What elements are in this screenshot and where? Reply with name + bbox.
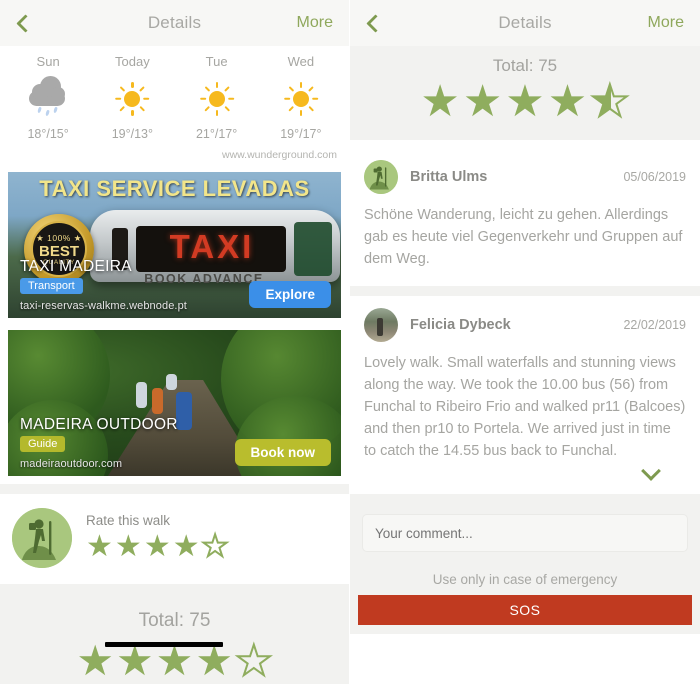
review-header: Felicia Dybeck 22/02/2019: [364, 308, 686, 342]
section-divider: [0, 476, 349, 484]
rain-cloud-icon: [6, 76, 90, 121]
bottom-spacer: [350, 625, 700, 634]
chevron-left-icon: [16, 13, 35, 33]
star-5: ★: [234, 637, 274, 685]
weather-temp: 18°/15°: [27, 127, 69, 141]
total-rating-label: Total: 75: [492, 56, 558, 75]
right-navbar: Details More: [350, 0, 700, 46]
ad-slot-outdoor[interactable]: MADEIRA OUTDOOR Guide madeiraoutdoor.com…: [0, 326, 349, 476]
review-item: Britta Ulms 05/06/2019 Schöne Wanderung,…: [350, 148, 700, 286]
star-4: ★: [547, 77, 588, 126]
taxi-ad-url[interactable]: taxi-reservas-walkme.webnode.pt: [20, 300, 187, 312]
sos-area: Use only in case of emergency SOS: [350, 564, 700, 625]
sun-icon: [90, 77, 174, 121]
selection-bar-overlay: [105, 642, 223, 647]
section-divider: [350, 494, 700, 504]
star-4[interactable]: ★: [173, 530, 200, 564]
left-phone-screen: Details More Sun 18°/15° Today 19°/13° T…: [0, 0, 350, 700]
taxi-ad-headline: TAXI SERVICE LEVADAS: [39, 176, 310, 201]
badge-top-text: ★ 100% ★: [36, 232, 82, 243]
review-header: Britta Ulms 05/06/2019: [364, 160, 686, 194]
weather-day-2: Tue 21°/17°: [175, 54, 259, 141]
section-divider: [350, 286, 700, 296]
star-3: ★: [505, 77, 545, 126]
left-navbar: Details More: [0, 0, 349, 46]
review-author-name: Felicia Dybeck: [410, 317, 511, 333]
right-phone-screen: Details More Total: 75 ★ ★ ★ ★ ★ ★ Britt…: [350, 0, 700, 700]
weather-forecast-strip: Sun 18°/15° Today 19°/13° Tue 21°/17° We…: [0, 46, 349, 143]
chevron-left-icon: [366, 13, 385, 33]
sun-icon: [259, 77, 343, 121]
weather-day-label: Wed: [287, 54, 315, 69]
comment-area: [350, 504, 700, 564]
review-author-name: Britta Ulms: [410, 169, 488, 185]
taxi-green-panel: [294, 222, 332, 276]
ad-slot-taxi[interactable]: TAXI BOOK ADVANCE TAXI SERVICE LEVADAS ★…: [0, 168, 349, 318]
hiker-figure: [166, 374, 177, 390]
hiker-figure: [152, 388, 163, 414]
total-rating-panel: Total: 75 ★ ★ ★ ★ ★: [0, 594, 349, 685]
chevron-down-icon: [641, 461, 661, 481]
book-now-button[interactable]: Book now: [234, 439, 331, 466]
rate-walk-stars[interactable]: ★ ★ ★ ★ ★: [86, 529, 230, 564]
review-date: 05/06/2019: [623, 170, 686, 184]
section-divider: [0, 484, 349, 494]
outdoor-ad-category-badge: Guide: [20, 436, 66, 452]
rate-walk-label: Rate this walk: [86, 512, 171, 528]
dual-phone-screenshot: Details More Sun 18°/15° Today 19°/13° T…: [0, 0, 700, 700]
total-rating-stars: ★ ★ ★ ★ ★: [350, 77, 700, 127]
weather-day-0: Sun 18°/15°: [6, 54, 90, 141]
star-5-half: ★: [589, 77, 630, 127]
review-date: 22/02/2019: [623, 318, 686, 332]
taxi-ad-category-badge: Transport: [20, 278, 83, 294]
hiker-figure: [176, 392, 192, 430]
weather-day-3: Wed 19°/17°: [259, 54, 343, 141]
weather-day-1: Today 19°/13°: [90, 54, 174, 141]
outdoor-ad-card[interactable]: MADEIRA OUTDOOR Guide madeiraoutdoor.com…: [8, 330, 341, 476]
back-button[interactable]: [0, 13, 46, 33]
review-item: Felicia Dybeck 22/02/2019 Lovely walk. S…: [350, 296, 700, 494]
hiker-avatar-icon: [364, 160, 398, 194]
ad-divider: [0, 318, 349, 326]
rate-walk-card: Rate this walk ★ ★ ★ ★ ★: [0, 494, 349, 584]
avatar: [364, 308, 398, 342]
outdoor-ad-url[interactable]: madeiraoutdoor.com: [20, 458, 122, 470]
rate-walk-content: Rate this walk ★ ★ ★ ★ ★: [86, 512, 230, 564]
hiker-avatar-icon: [12, 508, 72, 568]
star-3[interactable]: ★: [144, 530, 171, 564]
section-divider: [0, 584, 349, 594]
star-2: ★: [462, 77, 503, 126]
back-button[interactable]: [350, 13, 396, 33]
taxi-ad-brand: TAXI MADEIRA: [20, 258, 132, 275]
section-divider: [350, 140, 700, 148]
weather-temp: 21°/17°: [195, 127, 238, 141]
explore-button[interactable]: Explore: [249, 281, 331, 308]
star-2[interactable]: ★: [115, 530, 142, 564]
star-5[interactable]: ★: [201, 529, 230, 564]
badge-main-text: BEST: [38, 242, 79, 260]
taxi-sign-word: TAXI: [169, 228, 255, 265]
sun-icon: [175, 77, 259, 121]
star-1[interactable]: ★: [86, 530, 113, 564]
outdoor-ad-brand: MADEIRA OUTDOOR: [20, 416, 178, 433]
sos-button[interactable]: SOS: [358, 595, 692, 625]
taxi-ad-card[interactable]: TAXI BOOK ADVANCE TAXI SERVICE LEVADAS ★…: [8, 172, 341, 318]
weather-day-label: Tue: [205, 54, 228, 69]
review-text: Schöne Wanderung, leicht zu gehen. Aller…: [364, 207, 683, 267]
total-rating-panel: Total: 75 ★ ★ ★ ★ ★: [350, 46, 700, 140]
weather-source-label: www.wunderground.com: [222, 149, 337, 161]
expand-reviews-button[interactable]: [364, 461, 686, 481]
total-rating-label: Total: 75: [138, 610, 211, 631]
more-button[interactable]: More: [648, 14, 684, 32]
weather-temp: 19°/13°: [111, 127, 154, 141]
review-text: Lovely walk. Small waterfalls and stunni…: [364, 355, 686, 459]
sos-note: Use only in case of emergency: [432, 572, 618, 587]
star-1: ★: [420, 77, 460, 126]
weather-day-label: Sun: [36, 54, 60, 69]
more-button[interactable]: More: [297, 14, 333, 32]
weather-day-label: Today: [115, 54, 150, 69]
hiker-figure: [136, 382, 147, 408]
comment-input[interactable]: [362, 514, 688, 552]
weather-temp: 19°/17°: [280, 127, 322, 141]
